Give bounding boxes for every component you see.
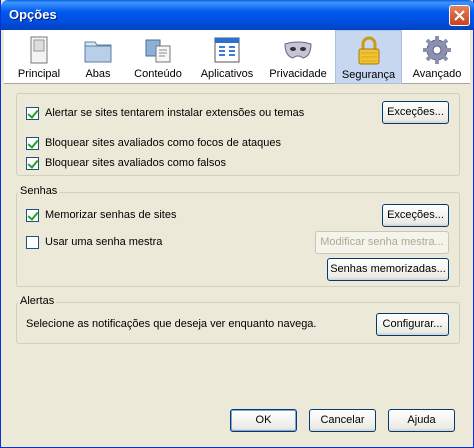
- block-attack-checkbox[interactable]: [26, 136, 39, 150]
- block-attack-option[interactable]: Bloquear sites avaliados como focos de a…: [26, 136, 281, 150]
- tab-abas[interactable]: Abas: [74, 30, 122, 84]
- warnings-group-title: Alertas: [18, 295, 57, 307]
- warn-addons-checkbox[interactable]: [26, 106, 39, 120]
- warn-addons-label: Alertar se sites tentarem instalar exten…: [45, 107, 305, 119]
- warnings-description: Selecione as notificações que deseja ver…: [26, 318, 317, 330]
- tab-conteudo[interactable]: Conteúdo: [128, 30, 188, 84]
- padlock-icon: [358, 36, 379, 65]
- tab-aplicativos[interactable]: Aplicativos: [194, 30, 260, 84]
- close-button[interactable]: [449, 5, 470, 26]
- tab-label: Principal: [17, 68, 61, 80]
- warn-addons-option[interactable]: Alertar se sites tentarem instalar exten…: [26, 106, 304, 120]
- block-forgery-option[interactable]: Bloquear sites avaliados como falsos: [26, 156, 226, 170]
- close-icon: [454, 10, 465, 21]
- switch-icon: [30, 36, 48, 64]
- tab-avancado[interactable]: Avançado: [408, 30, 466, 84]
- folder-tabs-icon: [84, 41, 112, 63]
- content-icon: [145, 39, 171, 63]
- cancel-button[interactable]: Cancelar: [309, 409, 376, 432]
- tab-label: Aplicativos: [200, 68, 254, 80]
- category-toolbar: Principal Abas Conteúdo Aplicativos Priv…: [4, 30, 470, 84]
- password-exceptions-button[interactable]: Exceções...: [382, 204, 449, 227]
- remember-passwords-option[interactable]: Memorizar senhas de sites: [26, 208, 176, 222]
- remember-passwords-checkbox[interactable]: [26, 208, 39, 222]
- saved-passwords-button[interactable]: Senhas memorizadas...: [327, 258, 449, 281]
- tab-label: Segurança: [341, 69, 396, 81]
- tab-label: Privacidade: [269, 68, 327, 80]
- options-dialog: Opções Principal Abas Conteúdo Aplicativ…: [0, 0, 474, 448]
- window-title: Opções: [9, 7, 57, 22]
- warnings-settings-button[interactable]: Configurar...: [376, 313, 449, 336]
- ok-button[interactable]: OK: [230, 409, 297, 432]
- help-button[interactable]: Ajuda: [388, 409, 455, 432]
- master-password-checkbox[interactable]: [26, 235, 39, 249]
- master-password-option[interactable]: Usar uma senha mestra: [26, 235, 162, 249]
- tab-label: Avançado: [412, 68, 462, 80]
- tab-principal[interactable]: Principal: [10, 30, 68, 84]
- tab-label: Conteúdo: [134, 68, 182, 80]
- block-forgery-checkbox[interactable]: [26, 156, 39, 170]
- tab-label: Abas: [85, 68, 111, 80]
- title-bar[interactable]: Opções: [1, 0, 474, 30]
- tab-seguranca[interactable]: Segurança: [335, 30, 402, 84]
- master-password-label: Usar uma senha mestra: [45, 236, 163, 248]
- tab-privacidade[interactable]: Privacidade: [266, 30, 330, 84]
- block-forgery-label: Bloquear sites avaliados como falsos: [45, 157, 226, 169]
- gear-icon: [423, 36, 451, 64]
- remember-passwords-label: Memorizar senhas de sites: [45, 209, 177, 221]
- block-attack-label: Bloquear sites avaliados como focos de a…: [45, 137, 282, 149]
- applications-icon: [214, 37, 240, 63]
- change-master-password-button[interactable]: Modificar senha mestra...: [315, 231, 449, 254]
- addon-exceptions-button[interactable]: Exceções...: [382, 101, 449, 124]
- mask-icon: [284, 41, 312, 59]
- passwords-group-title: Senhas: [18, 185, 60, 197]
